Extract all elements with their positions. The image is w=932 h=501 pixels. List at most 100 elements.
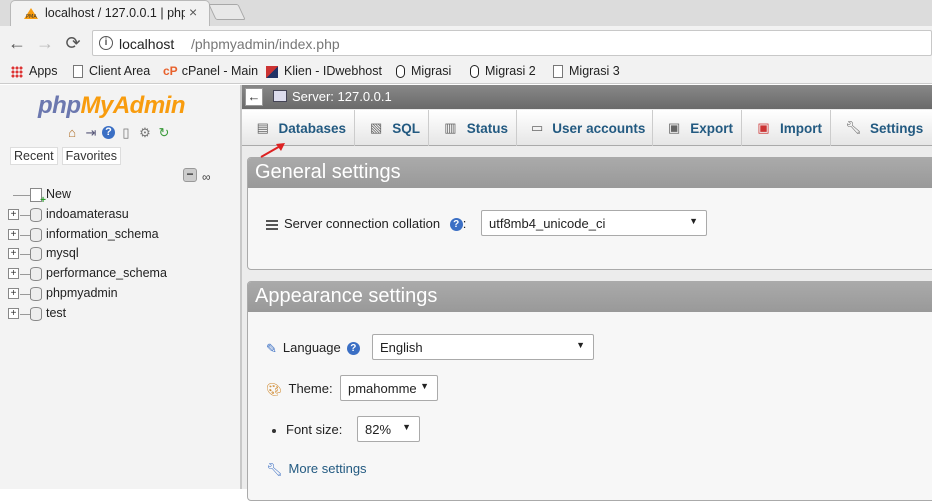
- theme-label: Theme:: [288, 381, 333, 396]
- tab-label: Status: [466, 120, 508, 136]
- tree-item-label: indoamaterasu: [46, 206, 129, 221]
- language-label: Language: [282, 340, 341, 355]
- tab-label: Export: [690, 120, 733, 136]
- tab-label: User accounts: [552, 120, 646, 136]
- tab-recent[interactable]: Recent: [10, 147, 58, 165]
- database-icon: [30, 247, 42, 262]
- address-bar[interactable]: i localhost /phpmyadmin/index.php: [92, 30, 932, 56]
- dropdown-caret-icon: ▼: [576, 340, 585, 350]
- database-icon: [30, 227, 42, 242]
- general-settings-panel: General settings Server connection colla…: [247, 157, 932, 270]
- back-arrow-icon[interactable]: ←: [6, 32, 28, 54]
- tab-status[interactable]: ▥ Status: [429, 110, 517, 146]
- help-icon[interactable]: ?: [449, 218, 463, 232]
- bookmark-label: Migrasi 2: [485, 64, 536, 78]
- browser-toolbar: ← → ⟳ i localhost /phpmyadmin/index.php: [0, 26, 932, 60]
- new-tab-button[interactable]: [208, 4, 246, 20]
- theme-select[interactable]: pmahomme ▼: [340, 375, 438, 401]
- server-breadcrumb-bar: ← Server: 127.0.0.1: [242, 85, 932, 109]
- dropdown-caret-icon: ▼: [689, 216, 698, 226]
- bullet: [272, 428, 276, 433]
- theme-value: pmahomme: [348, 381, 417, 396]
- bookmark-klien[interactable]: Klien - IDwebhost: [266, 64, 382, 78]
- language-icon: ✎: [266, 340, 277, 356]
- fontsize-label-row: Font size:: [266, 422, 342, 437]
- fontsize-value: 82%: [365, 422, 392, 437]
- language-select[interactable]: English ▼: [372, 334, 594, 360]
- tab-import[interactable]: ▣ Import: [742, 110, 831, 146]
- dropdown-caret-icon: ▼: [420, 381, 429, 391]
- collation-label-row: Server connection collation ?:: [266, 216, 466, 232]
- browser-tabstrip: PMA localhost / 127.0.0.1 | php ×: [0, 0, 932, 26]
- tree-item-label: phpmyadmin: [46, 285, 118, 300]
- tab-label: SQL: [392, 120, 420, 136]
- users-icon: ▭: [531, 120, 544, 135]
- database-icon: [30, 207, 42, 222]
- tree-item-label: information_schema: [46, 226, 159, 241]
- collapse-all-button[interactable]: −: [183, 168, 197, 182]
- tab-export[interactable]: ▣ Export: [653, 110, 742, 146]
- reload-navigation-icon[interactable]: ↻: [156, 125, 172, 141]
- reload-icon[interactable]: ⟳: [62, 32, 84, 54]
- appearance-settings-title: Appearance settings: [248, 282, 932, 312]
- wrench-icon: 🔧︎: [845, 120, 862, 135]
- tab-user-accounts[interactable]: ▭ User accounts: [517, 110, 653, 146]
- bookmark-label: Migrasi 3: [569, 64, 620, 78]
- documentation-icon[interactable]: ▯: [118, 125, 134, 141]
- expand-plus-icon[interactable]: +: [8, 307, 19, 319]
- dropdown-caret-icon: ▼: [402, 422, 411, 432]
- expand-plus-icon[interactable]: +: [8, 268, 19, 280]
- fontsize-select[interactable]: 82% ▼: [357, 416, 420, 442]
- bookmark-cpanel[interactable]: cP cPanel - Main: [163, 64, 258, 78]
- expand-plus-icon[interactable]: +: [8, 287, 19, 299]
- browser-tab-active[interactable]: PMA localhost / 127.0.0.1 | php ×: [10, 0, 210, 26]
- bookmark-client-area[interactable]: Client Area: [73, 64, 150, 79]
- info-icon[interactable]: i: [99, 36, 113, 50]
- home-icon[interactable]: ⌂: [64, 125, 80, 141]
- bookmark-migrasi[interactable]: Migrasi: [396, 64, 451, 79]
- forward-arrow-icon[interactable]: →: [34, 32, 56, 54]
- logout-icon[interactable]: ⇥: [83, 125, 99, 141]
- general-settings-title: General settings: [248, 158, 932, 188]
- bookmark-migrasi-2[interactable]: Migrasi 2: [470, 64, 536, 79]
- bookmark-label: Klien - IDwebhost: [284, 64, 382, 78]
- bookmark-migrasi-3[interactable]: Migrasi 3: [553, 64, 620, 79]
- svg-text:PMA: PMA: [26, 14, 37, 20]
- tab-settings[interactable]: 🔧︎ Settings: [831, 110, 932, 146]
- page-icon: [73, 65, 83, 79]
- main-content: ← Server: 127.0.0.1 ▤ Databases ▧ SQL ▥ Sta…: [242, 85, 932, 501]
- mouse-icon: [470, 65, 479, 79]
- collation-select[interactable]: utf8mb4_unicode_ci ▼: [481, 210, 707, 236]
- language-label-row: ✎ Language?: [266, 340, 360, 357]
- collation-value: utf8mb4_unicode_ci: [489, 216, 606, 231]
- top-menu: ▤ Databases ▧ SQL ▥ Status ▭ User accounts ▣…: [242, 110, 932, 146]
- navigation-panel: phpMyAdmin ⌂ ⇥ ? ▯ ⚙ ↻ Recent Favorites …: [0, 85, 240, 489]
- new-database-icon: [30, 188, 46, 206]
- tab-label: Settings: [870, 120, 924, 136]
- expand-plus-icon[interactable]: +: [8, 228, 19, 240]
- phpmyadmin-logo[interactable]: phpMyAdmin: [38, 92, 185, 120]
- status-icon: ▥: [444, 120, 457, 135]
- tab-sql[interactable]: ▧ SQL: [355, 110, 429, 146]
- help-icon[interactable]: ?: [346, 342, 360, 356]
- server-breadcrumb[interactable]: Server: 127.0.0.1: [292, 89, 392, 104]
- server-icon: [273, 90, 287, 102]
- expand-plus-icon[interactable]: +: [8, 208, 19, 220]
- theme-label-row: 🎨︎ Theme:: [266, 381, 333, 398]
- more-settings-link[interactable]: 🔧︎ More settings: [266, 461, 367, 478]
- url-host: localhost: [119, 36, 175, 52]
- tab-label: Import: [780, 120, 822, 136]
- tab-label: Databases: [278, 120, 346, 136]
- link-with-main-icon[interactable]: ∞: [202, 170, 211, 184]
- tree-item-label: test: [46, 305, 67, 320]
- help-icon[interactable]: ?: [102, 126, 115, 139]
- pma-favicon-icon: PMA: [24, 8, 38, 20]
- gear-icon[interactable]: ⚙: [137, 125, 153, 141]
- close-tab-icon[interactable]: ×: [189, 4, 197, 20]
- collapse-panel-arrow-icon[interactable]: ←: [245, 88, 263, 106]
- fontsize-label: Font size:: [286, 422, 343, 437]
- cpanel-icon: cP: [163, 64, 178, 78]
- expand-plus-icon[interactable]: +: [8, 248, 19, 260]
- bookmark-apps[interactable]: Apps: [11, 64, 58, 78]
- tab-favorites[interactable]: Favorites: [61, 147, 122, 165]
